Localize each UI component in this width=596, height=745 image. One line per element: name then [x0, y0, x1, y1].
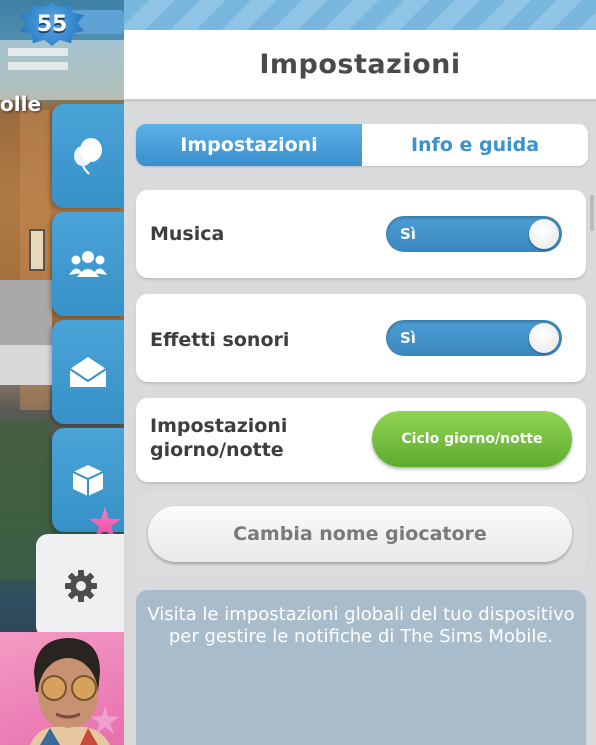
setting-row-music: Musica Sì [136, 190, 586, 278]
toggle-knob [529, 219, 559, 249]
rename-player-button[interactable]: Cambia nome giocatore [148, 506, 572, 562]
panel-header: Impostazioni [124, 30, 596, 102]
tab-impostazioni[interactable]: Impostazioni [136, 124, 362, 166]
level-number: 55 [36, 11, 68, 37]
sfx-toggle[interactable]: Sì [386, 320, 562, 356]
day-night-label-line1: Impostazioni [150, 415, 288, 437]
music-toggle[interactable]: Sì [386, 216, 562, 252]
day-night-label-line2: giorno/notte [150, 439, 284, 461]
tab-info-e-guida[interactable]: Info e guida [362, 124, 588, 166]
music-label: Musica [150, 223, 225, 245]
setting-row-day-night: Impostazioni giorno/notte Ciclo giorno/n… [136, 398, 586, 482]
box-icon [72, 465, 104, 496]
sfx-label: Effetti sonori [150, 329, 290, 351]
notification-info-text: Visita le impostazioni globali del tuo d… [147, 604, 575, 647]
sidebar-tab-settings[interactable] [36, 534, 126, 638]
sfx-toggle-value: Sì [400, 329, 416, 347]
music-toggle-value: Sì [400, 225, 416, 243]
page-title: Impostazioni [259, 49, 461, 80]
scrollbar[interactable] [590, 195, 594, 231]
rename-player-row: Cambia nome giocatore [136, 492, 586, 576]
sim-portrait [30, 638, 110, 745]
people-icon [69, 251, 107, 277]
mail-icon [69, 357, 107, 387]
setting-row-sound-effects: Effetti sonori Sì [136, 294, 586, 382]
lot-name: olle [0, 92, 42, 116]
sidebar-tab-events[interactable] [52, 104, 124, 208]
panel-top-decoration [124, 0, 596, 30]
balloon-icon [74, 138, 102, 175]
sidebar-tab-social[interactable] [52, 212, 124, 316]
settings-panel: Impostazioni Impostazioni Info e guida M… [124, 30, 596, 745]
toggle-knob [529, 323, 559, 353]
day-night-cycle-button[interactable]: Ciclo giorno/notte [372, 411, 572, 467]
sidebar-tab-inventory[interactable] [52, 428, 124, 532]
player-avatar[interactable] [0, 632, 124, 745]
settings-tabs: Impostazioni Info e guida [136, 124, 588, 166]
gear-icon [65, 570, 97, 602]
sidebar-tab-messages[interactable] [52, 320, 124, 424]
notification-info-card: Visita le impostazioni globali del tuo d… [136, 590, 586, 745]
